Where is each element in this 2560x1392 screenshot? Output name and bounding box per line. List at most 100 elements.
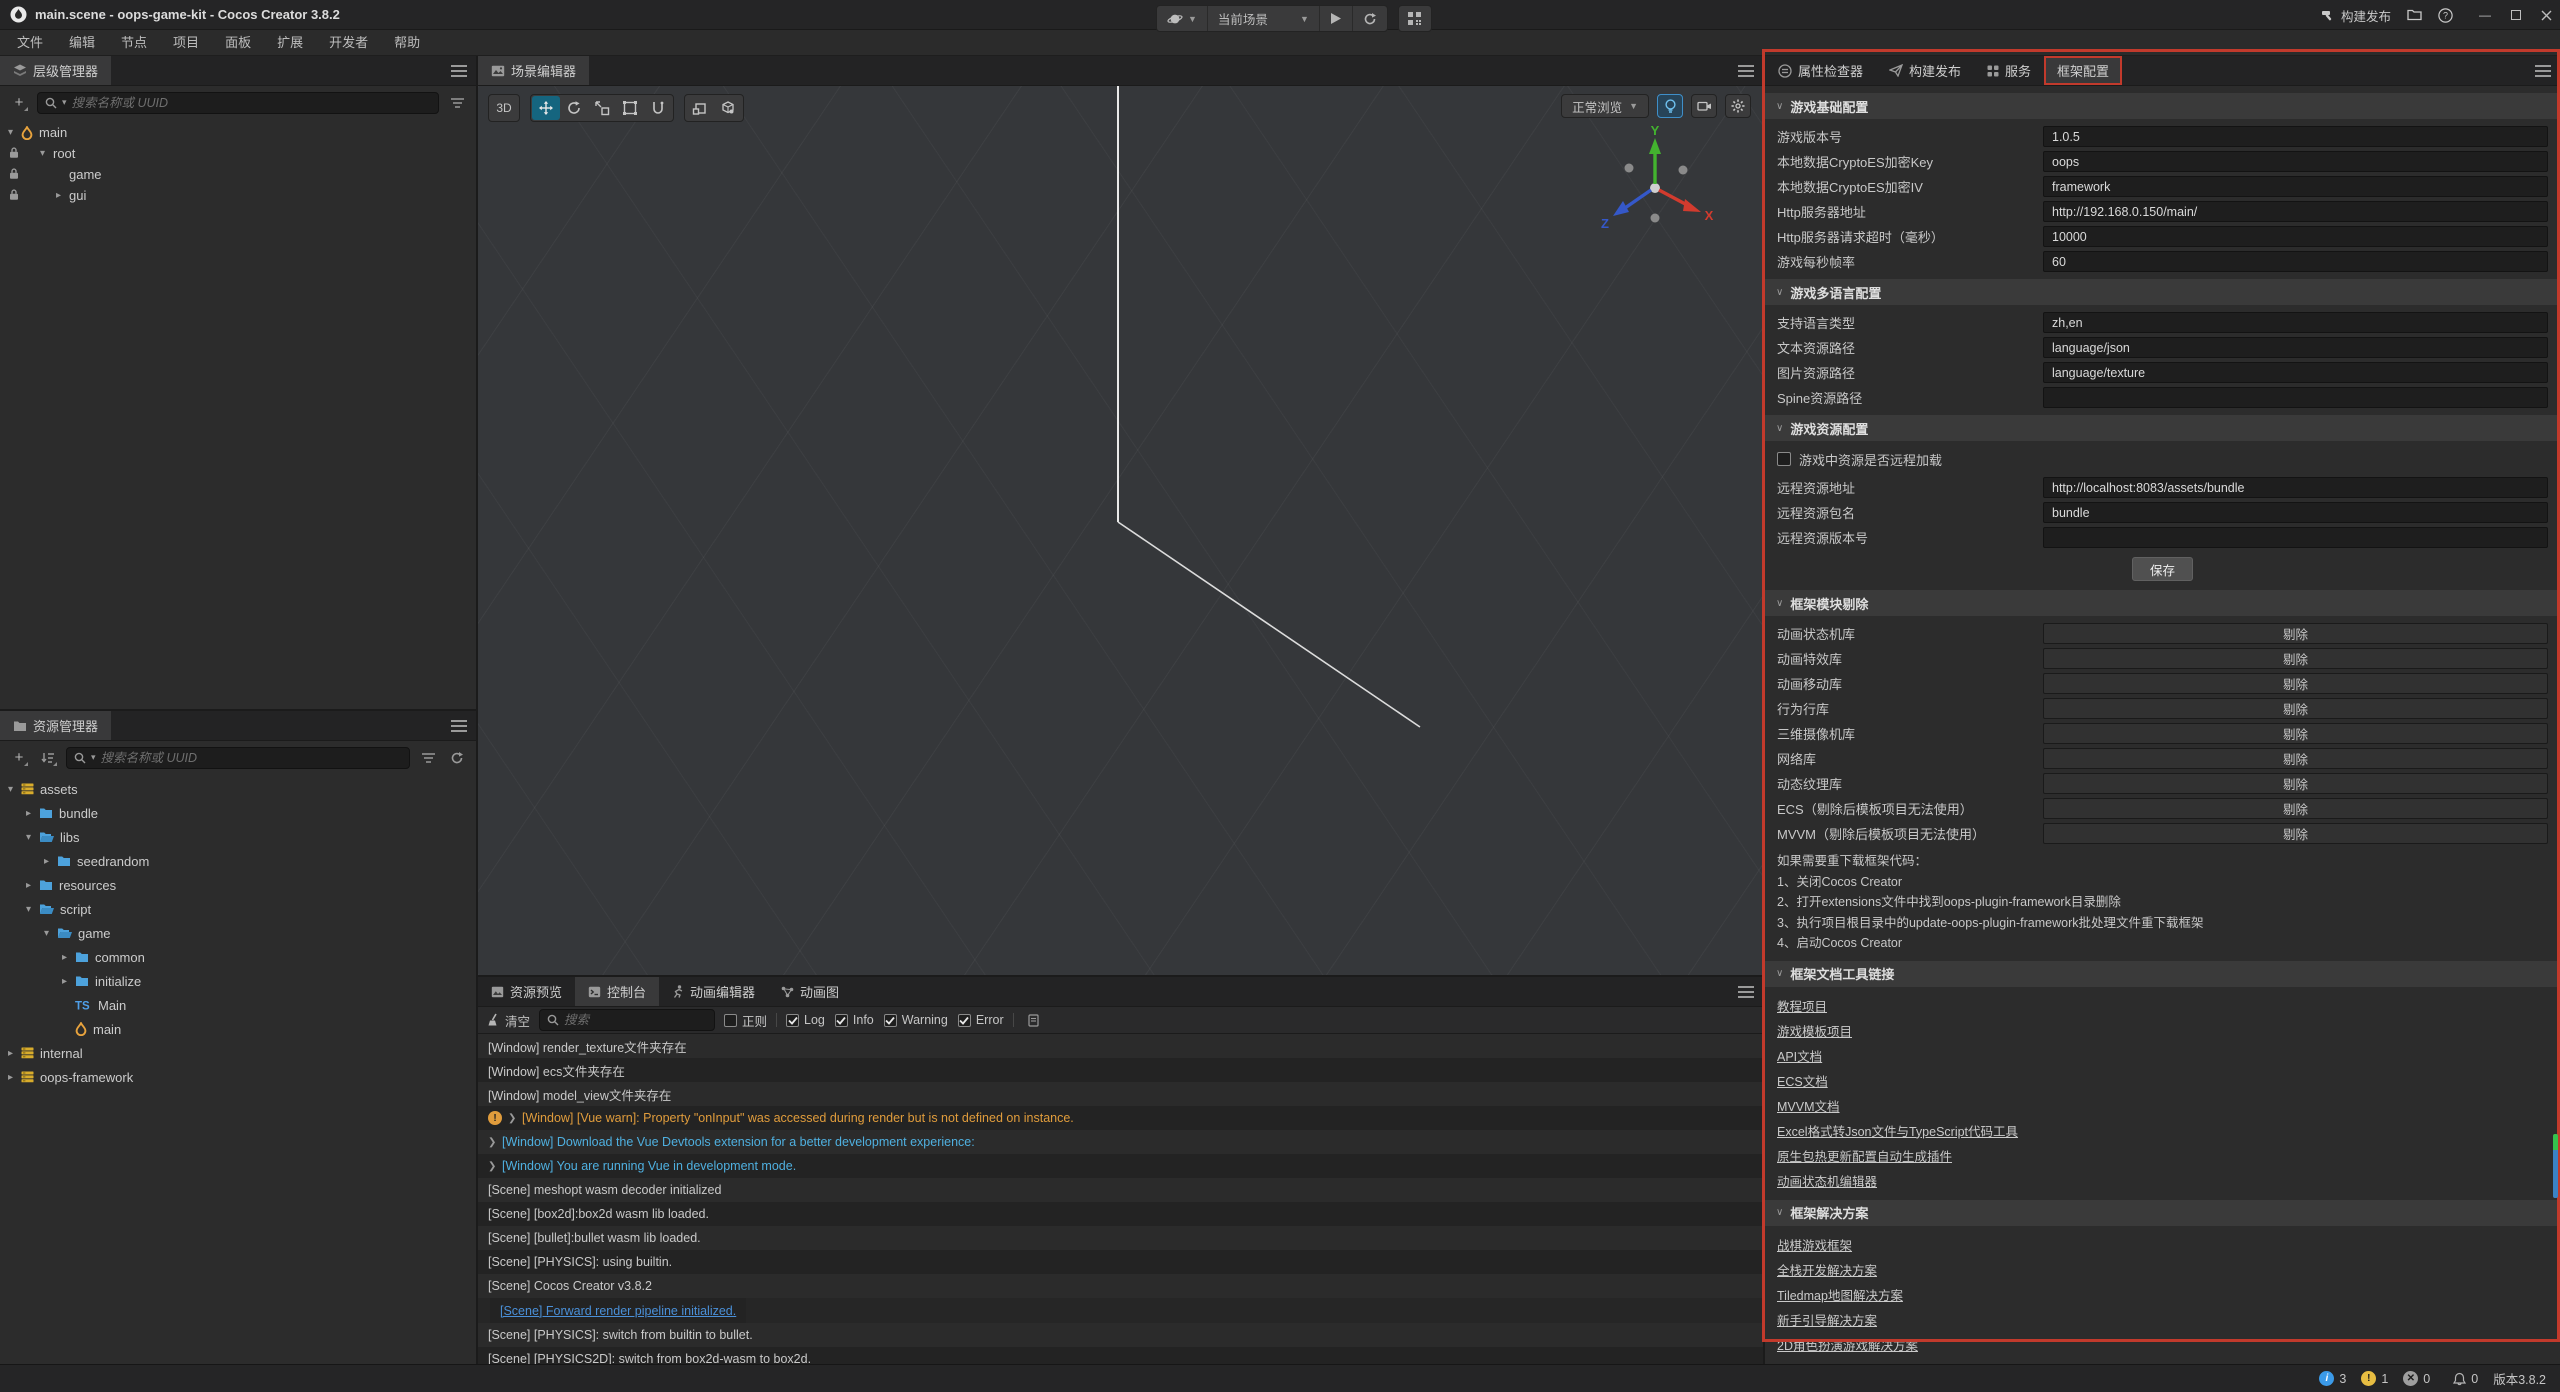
menu-item-7[interactable]: 帮助 <box>381 30 433 56</box>
section-header[interactable]: ∨游戏多语言配置 <box>1765 279 2560 305</box>
mode-3d-toggle[interactable]: 3D <box>490 96 518 120</box>
tree-node-seedrandom[interactable]: ▸seedrandom <box>0 849 476 873</box>
gizmo-space-button[interactable] <box>644 96 672 120</box>
preview-target-button[interactable]: ▼ <box>1157 6 1208 31</box>
section-header[interactable]: ∨游戏基础配置 <box>1765 93 2560 119</box>
status-info-counter[interactable]: i 3 <box>2319 1371 2346 1386</box>
tree-node-internal[interactable]: ▸internal <box>0 1041 476 1065</box>
remove-module-button[interactable]: 剔除 <box>2043 648 2548 669</box>
tree-expand-arrow[interactable]: ▾ <box>26 832 39 843</box>
remove-module-button[interactable]: 剔除 <box>2043 673 2548 694</box>
menu-item-2[interactable]: 节点 <box>108 30 160 56</box>
field-input[interactable]: 1.0.5 <box>2043 126 2548 147</box>
tab-inspector-1[interactable]: 构建发布 <box>1876 56 1974 85</box>
solution-link[interactable]: 新手引导解决方案 <box>1777 1307 1877 1332</box>
remove-module-button[interactable]: 剔除 <box>2043 748 2548 769</box>
scale-tool-button[interactable] <box>588 96 616 120</box>
minimize-button[interactable]: — <box>2479 8 2491 22</box>
solution-link[interactable]: 全栈开发解决方案 <box>1777 1257 1877 1282</box>
log-row[interactable]: [Scene] Forward render pipeline initiali… <box>490 1298 746 1323</box>
field-input[interactable]: framework <box>2043 176 2548 197</box>
tree-node-main[interactable]: ▾main <box>0 122 476 143</box>
field-input[interactable]: language/texture <box>2043 362 2548 383</box>
field-input[interactable]: http://192.168.0.150/main/ <box>2043 201 2548 222</box>
rotate-tool-button[interactable] <box>560 96 588 120</box>
assets-menu-icon[interactable] <box>451 720 467 732</box>
remove-module-button[interactable]: 剔除 <box>2043 723 2548 744</box>
regex-checkbox[interactable]: 正则 <box>724 1011 767 1030</box>
assets-search-input[interactable] <box>101 751 402 765</box>
doc-link[interactable]: API文档 <box>1777 1043 1822 1068</box>
field-input[interactable] <box>2043 387 2548 408</box>
expand-chevron-icon[interactable]: ❯ <box>488 1137 496 1148</box>
tab-console-2[interactable]: 动画编辑器 <box>659 977 768 1006</box>
status-error-counter[interactable]: ✕ 0 <box>2403 1371 2430 1386</box>
scene-camera-button[interactable] <box>1691 94 1717 118</box>
field-input[interactable]: language/json <box>2043 337 2548 358</box>
tab-inspector-3[interactable]: 框架配置 <box>2044 56 2122 85</box>
search-filter-chevron[interactable]: ▾ <box>91 752 96 763</box>
tree-expand-arrow[interactable]: ▸ <box>26 880 39 891</box>
log-row[interactable]: [Window] ecs文件夹存在 <box>478 1058 1763 1082</box>
doc-link[interactable]: Excel格式转Json文件与TypeScript代码工具 <box>1777 1118 2018 1143</box>
restart-button[interactable] <box>1353 6 1387 31</box>
log-row[interactable]: [Scene] [bullet]:bullet wasm lib loaded. <box>478 1226 1763 1250</box>
tree-expand-arrow[interactable]: ▸ <box>26 808 39 819</box>
save-button[interactable]: 保存 <box>2132 557 2193 581</box>
tree-expand-arrow[interactable]: ▸ <box>56 190 69 201</box>
scene-viewport[interactable]: Y X Z <box>478 86 1763 975</box>
move-tool-button[interactable] <box>532 96 560 120</box>
remove-module-button[interactable]: 剔除 <box>2043 623 2548 644</box>
tree-node-initialize[interactable]: ▸initialize <box>0 969 476 993</box>
filter-info[interactable]: Info <box>835 1013 874 1027</box>
tree-node-Main[interactable]: TSMain <box>0 993 476 1017</box>
create-node-button[interactable]: + <box>8 92 30 114</box>
scene-menu-icon[interactable] <box>1738 65 1754 77</box>
tree-expand-arrow[interactable]: ▾ <box>44 928 57 939</box>
log-file-button[interactable] <box>1023 1009 1045 1031</box>
field-input[interactable] <box>2043 527 2548 548</box>
field-input[interactable]: 10000 <box>2043 226 2548 247</box>
field-input[interactable]: oops <box>2043 151 2548 172</box>
tree-node-root[interactable]: ▾root <box>0 143 476 164</box>
tree-node-common[interactable]: ▸common <box>0 945 476 969</box>
help-button[interactable]: ? <box>2438 8 2453 23</box>
solution-link[interactable]: 2D角色扮演游戏解决方案 <box>1777 1332 1918 1357</box>
remove-module-button[interactable]: 剔除 <box>2043 773 2548 794</box>
scrollbar-thumb[interactable] <box>2553 1134 2558 1198</box>
doc-link[interactable]: ECS文档 <box>1777 1068 1828 1093</box>
snap-vertex-button[interactable] <box>714 96 742 120</box>
log-row[interactable]: ❯[Window] Download the Vue Devtools exte… <box>478 1130 1763 1154</box>
tree-expand-arrow[interactable]: ▸ <box>8 1072 21 1083</box>
remove-module-button[interactable]: 剔除 <box>2043 798 2548 819</box>
tree-expand-arrow[interactable]: ▸ <box>8 1048 21 1059</box>
console-search-input[interactable] <box>564 1013 707 1027</box>
log-row[interactable]: [Scene] meshopt wasm decoder initialized <box>478 1178 1763 1202</box>
snap-rect-button[interactable] <box>686 96 714 120</box>
tree-node-assets[interactable]: ▾assets <box>0 777 476 801</box>
field-input[interactable]: bundle <box>2043 502 2548 523</box>
tab-scene-editor[interactable]: 场景编辑器 <box>478 56 589 85</box>
log-row[interactable]: [Scene] [PHYSICS]: switch from builtin t… <box>478 1323 1763 1347</box>
tree-expand-arrow[interactable]: ▸ <box>44 856 57 867</box>
solution-link[interactable]: 3D角色扮演游戏解决方案 <box>1777 1357 1918 1365</box>
remote-load-checkbox[interactable]: 游戏中资源是否远程加载 <box>1765 448 2560 470</box>
rect-tool-button[interactable] <box>616 96 644 120</box>
open-project-folder-button[interactable] <box>2407 9 2422 21</box>
doc-link[interactable]: 原生包热更新配置自动生成插件 <box>1777 1143 1952 1168</box>
tree-node-resources[interactable]: ▸resources <box>0 873 476 897</box>
remove-module-button[interactable]: 剔除 <box>2043 698 2548 719</box>
search-filter-chevron[interactable]: ▾ <box>62 97 67 108</box>
tab-console-0[interactable]: 资源预览 <box>478 977 575 1006</box>
status-notifications[interactable]: 0 <box>2453 1372 2478 1386</box>
tab-console-1[interactable]: 控制台 <box>575 977 659 1006</box>
log-row[interactable]: ❯[Window] You are running Vue in develop… <box>478 1154 1763 1178</box>
tab-hierarchy[interactable]: 层级管理器 <box>0 56 111 85</box>
tree-expand-arrow[interactable]: ▾ <box>40 148 53 159</box>
tree-node-bundle[interactable]: ▸bundle <box>0 801 476 825</box>
play-button[interactable] <box>1320 6 1353 31</box>
scene-light-toggle[interactable] <box>1657 94 1683 118</box>
inspector-menu-icon[interactable] <box>2535 65 2551 77</box>
tab-inspector-0[interactable]: 属性检查器 <box>1765 56 1876 85</box>
doc-link[interactable]: MVVM文档 <box>1777 1093 1840 1118</box>
